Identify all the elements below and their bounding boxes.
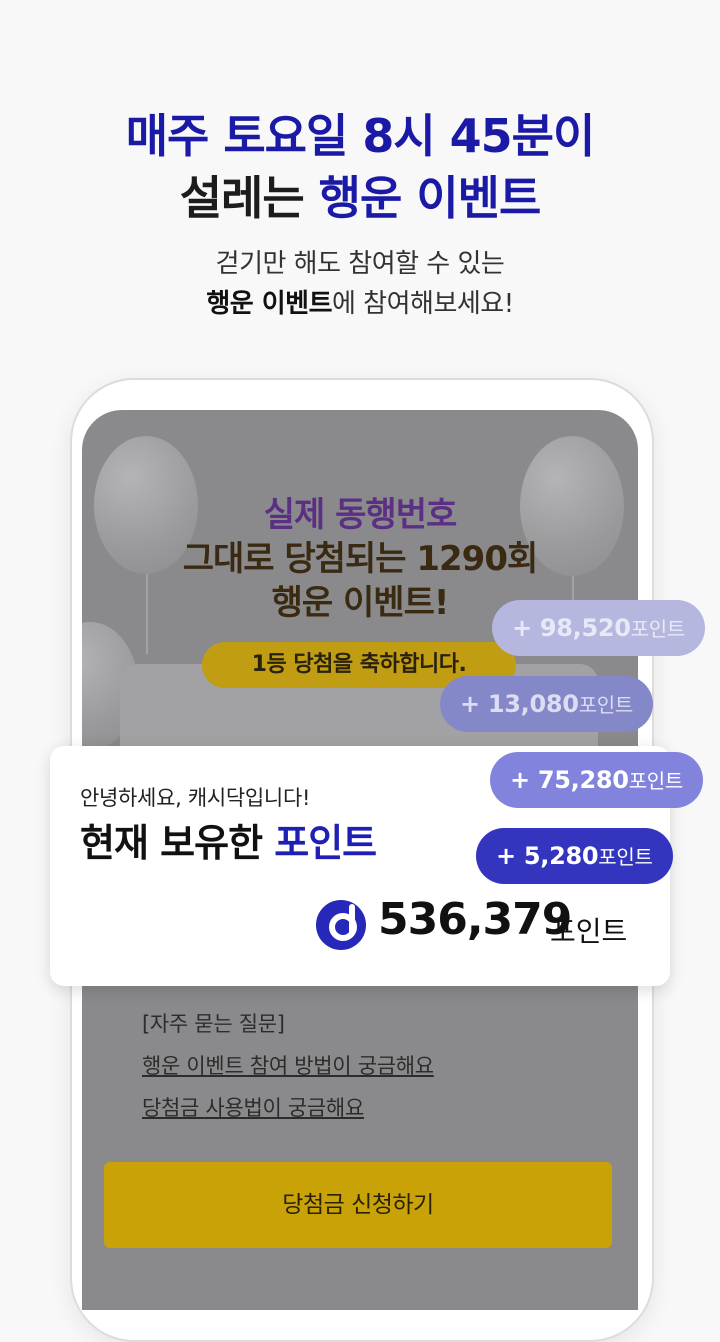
points-gain-pill: + 5,280포인트 [476,828,673,884]
points-gain-pill: + 13,080포인트 [440,676,653,732]
headline-line1: 매주 토요일 8시 45분이 [125,109,596,163]
points-gain-amount: + 75,280 [510,766,629,794]
points-card-title-accent: 포인트 [274,821,377,865]
subtitle-bold: 행운 이벤트 [206,289,332,319]
event-title-line2: 그대로 당첨되는 1290회 [182,539,539,579]
points-card-title-text: 현재 보유한 [80,821,275,865]
points-gain-amount: + 98,520 [512,614,631,642]
subtitle-rest: 에 참여해보세요! [332,289,514,319]
points-balance-unit: 포인트 [550,915,628,948]
claim-prize-button[interactable]: 당첨금 신청하기 [104,1162,612,1248]
faq-link-how-to-join[interactable]: 행운 이벤트 참여 방법이 궁금해요 [142,1050,434,1080]
points-gain-pill: + 75,280포인트 [490,752,703,808]
faq-link-how-to-use[interactable]: 당첨금 사용법이 궁금해요 [142,1092,364,1122]
subtitle-line1: 걷기만 해도 참여할 수 있는 [215,249,505,279]
headline-accent: 행운 이벤트 [318,171,542,225]
headline-line2: 설레는 행운 이벤트 [0,168,720,228]
points-gain-amount: + 5,280 [496,842,599,870]
points-gain-amount: + 13,080 [460,690,579,718]
points-balance: 536,379 [378,894,572,945]
points-gain-unit: 포인트 [630,617,686,641]
points-gain-unit: 포인트 [628,769,684,793]
cashdoc-logo-icon [316,900,366,950]
event-title-line1: 실제 동행번호 [263,495,458,535]
subtitle-line2: 행운 이벤트에 참여해보세요! [0,284,720,324]
points-gain-pill: + 98,520포인트 [492,600,705,656]
points-card-title: 현재 보유한 포인트 [80,812,377,867]
points-gain-unit: 포인트 [598,845,653,869]
faq-heading: [자주 묻는 질문] [142,1012,285,1036]
headline-line2-text: 설레는 [179,171,319,225]
greeting-text: 안녕하세요, 캐시닥입니다! [80,786,311,810]
points-gain-unit: 포인트 [578,693,634,717]
